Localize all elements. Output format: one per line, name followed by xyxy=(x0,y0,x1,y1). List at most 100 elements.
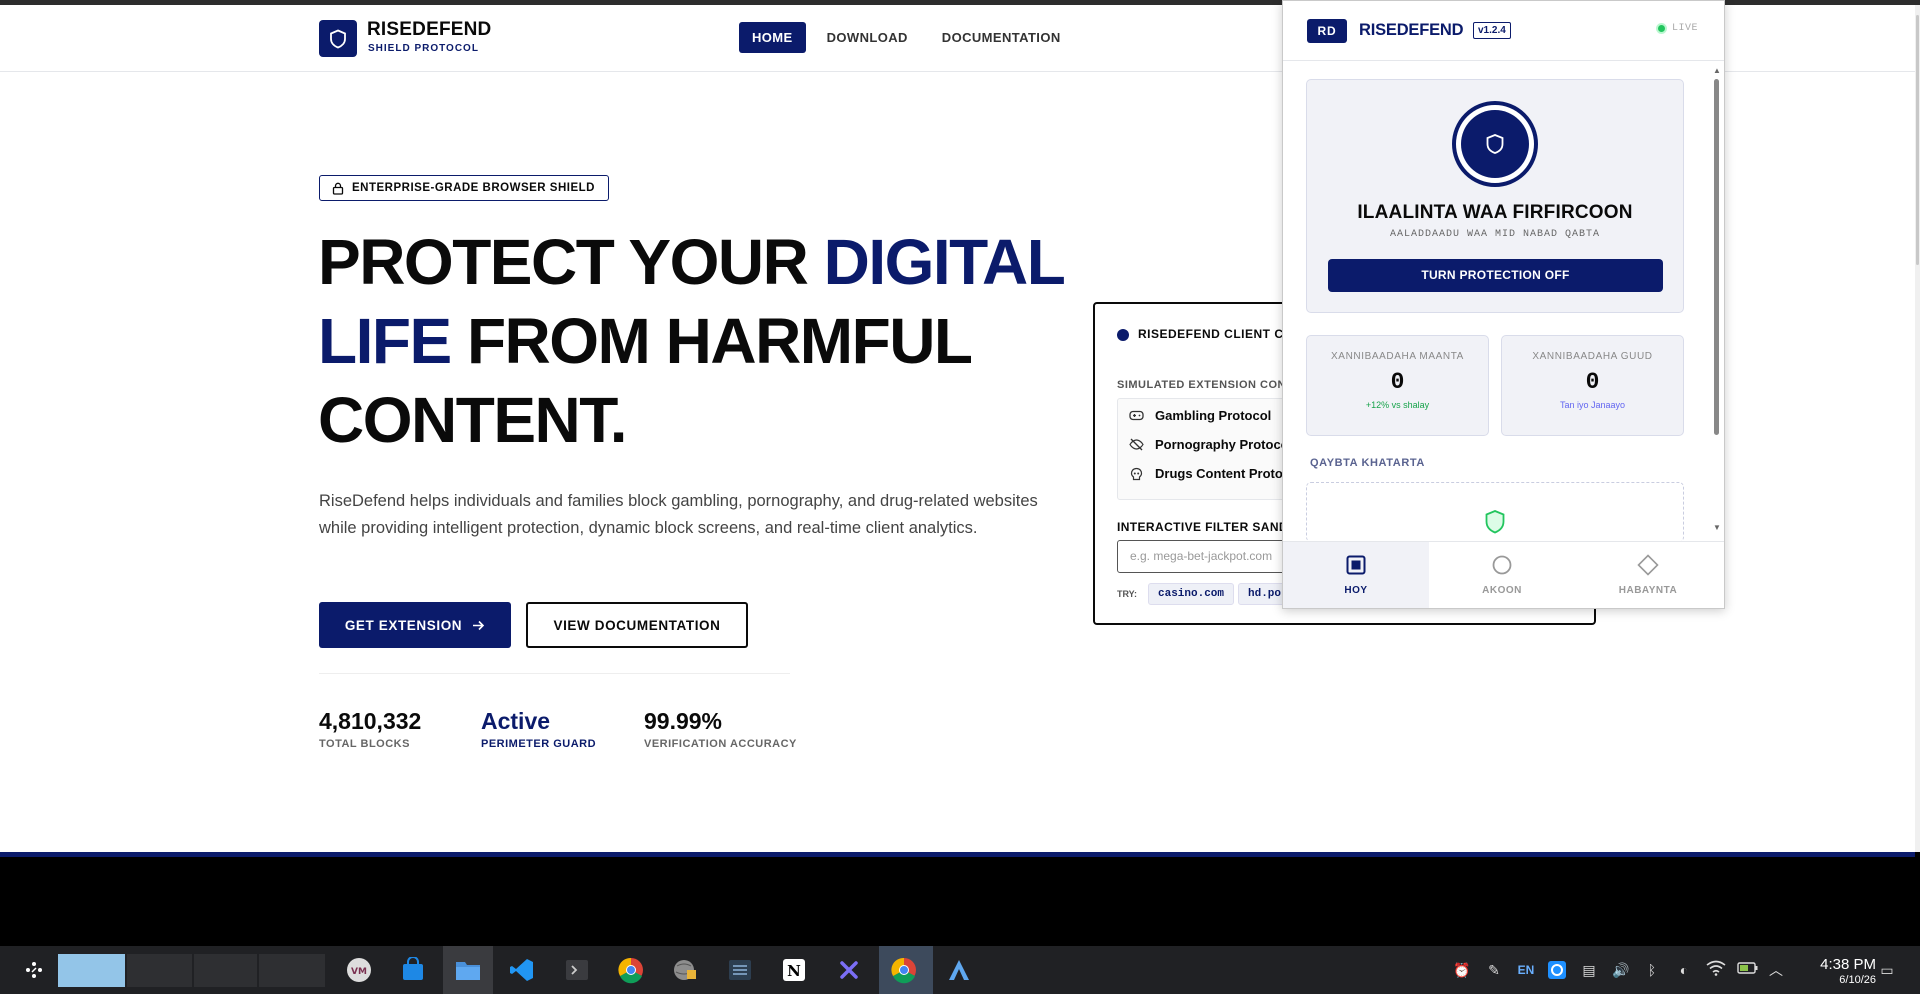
chevron-up-icon[interactable]: ︿ xyxy=(1766,960,1786,980)
page-scrollbar[interactable] xyxy=(1915,5,1920,852)
stat-label: VERIFICATION ACCURACY xyxy=(644,738,797,750)
tab-account[interactable]: AKOON xyxy=(1429,542,1575,608)
stat-value: 4,810,332 xyxy=(319,708,422,734)
arrow-right-icon xyxy=(473,620,485,630)
stat-total-blocks: XANNIBAADAHA GUUD 0 Tan iyo Janaayo xyxy=(1501,335,1684,436)
x-app-icon[interactable] xyxy=(831,952,867,988)
stat-label: TOTAL BLOCKS xyxy=(319,738,410,750)
popup-scrollbar-thumb[interactable] xyxy=(1714,79,1719,435)
hero-badge-label: ENTERPRISE-GRADE BROWSER SHIELD xyxy=(352,182,595,194)
svg-text:N: N xyxy=(787,962,801,980)
system-clock[interactable]: 4:38 PM 6/10/26 xyxy=(1796,956,1876,986)
hero-title: PROTECT YOUR DIGITAL LIFE FROM HARMFUL CON… xyxy=(318,223,1078,460)
protection-subtitle: AALADDAADU WAA MID NABAD QABTA xyxy=(1389,229,1601,240)
brand-subtitle: SHIELD PROTOCOL xyxy=(368,43,479,54)
protection-ring xyxy=(1452,101,1538,187)
language-indicator[interactable]: EN xyxy=(1516,960,1536,980)
arrow-up-a-icon xyxy=(949,960,969,980)
globe-icon xyxy=(674,960,696,980)
alarm-icon[interactable]: ⏰ xyxy=(1452,960,1472,980)
scroll-up-icon[interactable]: ▲ xyxy=(1713,66,1721,75)
tab-label: HABAYNTA xyxy=(1618,585,1678,596)
tab-home[interactable]: HOY xyxy=(1283,542,1429,608)
popup-header: RD RISEDEFEND v1.2.4 LIVE xyxy=(1283,1,1724,61)
live-status: LIVE xyxy=(1656,23,1698,34)
toggle-protection-button[interactable]: TURN PROTECTION OFF xyxy=(1328,259,1663,292)
tab-label: AKOON xyxy=(1482,585,1522,596)
feather-icon[interactable]: ✎ xyxy=(1484,960,1504,980)
shield-icon xyxy=(1486,134,1504,154)
chrome-icon-glyph xyxy=(618,957,643,984)
sliders-app-icon[interactable] xyxy=(722,952,758,988)
tab-label: HOY xyxy=(1344,585,1368,596)
popup-scrollbar[interactable]: ▲ ▼ xyxy=(1712,63,1722,541)
notion-icon[interactable]: N xyxy=(776,952,812,988)
stat-today-blocks: XANNIBAADAHA MAANTA 0 +12% vs shalay xyxy=(1306,335,1489,436)
stats-divider xyxy=(319,673,790,674)
nav-documentation[interactable]: DOCUMENTATION xyxy=(929,22,1074,53)
volume-icon[interactable]: 🔊 xyxy=(1611,960,1631,980)
taskbar: VM N ⏰ ✎ EN ▤ 🔊 ᛒ ◐ ︿ 4:38 PM 6/10/26 ▭ xyxy=(0,946,1920,994)
vscode-icon[interactable] xyxy=(504,952,540,988)
get-extension-button[interactable]: GET EXTENSION xyxy=(319,602,511,648)
protocol-label: Pornography Protoco xyxy=(1155,437,1289,452)
scrollbar-thumb[interactable] xyxy=(1916,15,1919,265)
notion-icon-glyph: N xyxy=(783,959,805,981)
chrome-active-icon[interactable] xyxy=(886,952,922,988)
workspace-4[interactable] xyxy=(259,954,325,987)
terminal-icon-glyph xyxy=(566,960,588,980)
arch-app-icon[interactable] xyxy=(941,952,977,988)
scroll-down-icon[interactable]: ▼ xyxy=(1713,523,1721,532)
vm-app-icon[interactable]: VM xyxy=(341,952,377,988)
stat-value: Active xyxy=(481,708,551,734)
shield-badge xyxy=(1461,110,1529,178)
workspace-2[interactable] xyxy=(127,954,192,987)
terminal-icon[interactable] xyxy=(559,952,595,988)
folder-icon xyxy=(456,962,480,980)
files-icon[interactable] xyxy=(450,952,486,988)
nav-download[interactable]: DOWNLOAD xyxy=(814,22,921,53)
battery-glyph xyxy=(1737,962,1758,974)
chrome-icon-glyph xyxy=(891,957,916,984)
stat-note: Tan iyo Janaayo xyxy=(1559,400,1626,410)
store-icon[interactable] xyxy=(395,952,431,988)
account-circle-icon xyxy=(1492,555,1512,575)
stat-perimeter-guard: Active PERIMETER GUARD xyxy=(481,708,596,750)
simulated-controls-label: SIMULATED EXTENSION CONT xyxy=(1117,379,1294,391)
globe-app-icon[interactable] xyxy=(667,952,703,988)
protocol-drugs[interactable]: Drugs Content Protoc xyxy=(1129,466,1290,481)
workspace-1[interactable] xyxy=(58,954,125,987)
vscode-icon-glyph xyxy=(510,959,533,981)
protocol-gambling[interactable]: Gambling Protocol xyxy=(1129,408,1271,423)
view-documentation-button[interactable]: VIEW DOCUMENTATION xyxy=(526,602,748,648)
battery-icon[interactable] xyxy=(1737,960,1758,980)
sync-icon xyxy=(1548,961,1566,979)
wifi-icon[interactable] xyxy=(1706,960,1726,980)
nav-home[interactable]: HOME xyxy=(739,22,806,53)
stat-label: XANNIBAADAHA GUUD xyxy=(1532,351,1653,362)
vm-icon-glyph: VM xyxy=(347,958,371,982)
workspace-3[interactable] xyxy=(194,954,257,987)
brand-logo[interactable] xyxy=(319,20,357,57)
clipboard-icon[interactable]: ▤ xyxy=(1579,960,1599,980)
hero-title-accent1: DIGITAL xyxy=(823,226,1066,298)
home-square-icon xyxy=(1346,555,1366,575)
shield-check-icon xyxy=(1485,510,1505,534)
extension-popup: RD RISEDEFEND v1.2.4 LIVE ILAALINTA WAA … xyxy=(1282,0,1725,609)
live-label: LIVE xyxy=(1672,23,1699,34)
example-chip[interactable]: casino.com xyxy=(1148,583,1235,605)
sync-app-icon[interactable] xyxy=(1547,960,1567,980)
headset-icon[interactable]: ◐ xyxy=(1674,960,1694,980)
protocol-pornography[interactable]: Pornography Protoco xyxy=(1129,437,1289,452)
popup-bottom-nav: HOY AKOON HABAYNTA xyxy=(1283,541,1724,608)
launcher-icon[interactable] xyxy=(16,952,52,988)
chrome-icon[interactable] xyxy=(613,952,649,988)
brand-name: RISEDEFEND xyxy=(367,19,492,40)
popup-logo: RD xyxy=(1307,19,1347,43)
show-desktop-icon[interactable]: ▭ xyxy=(1877,960,1897,980)
hero-title-part3: CONTENT. xyxy=(318,384,628,456)
clock-time: 4:38 PM xyxy=(1820,956,1876,973)
tab-settings[interactable]: HABAYNTA xyxy=(1575,542,1721,608)
bluetooth-icon[interactable]: ᛒ xyxy=(1642,960,1662,980)
main-nav: HOME DOWNLOAD DOCUMENTATION xyxy=(739,22,1082,53)
